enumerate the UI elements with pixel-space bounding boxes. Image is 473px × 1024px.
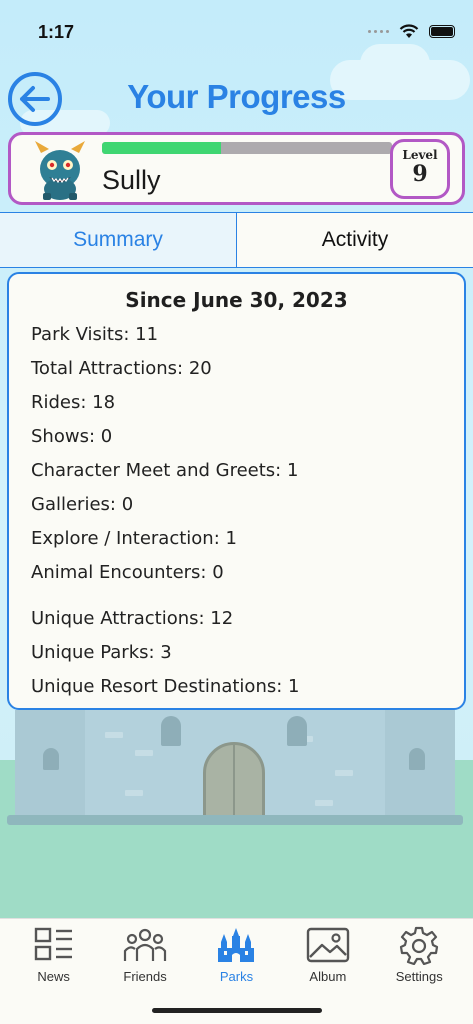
castle-door (203, 742, 265, 822)
signal-dots-icon (368, 30, 389, 33)
wifi-icon (399, 24, 419, 38)
nav-item-friends[interactable]: Friends (105, 925, 185, 984)
castle-icon (214, 925, 258, 965)
status-time: 1:17 (38, 22, 75, 42)
level-progress-bar (102, 142, 392, 154)
nav-item-album[interactable]: Album (288, 925, 368, 984)
stat-unique-attractions: Unique Attractions: 12 (31, 608, 234, 629)
news-icon (32, 925, 76, 965)
nav-label-parks: Parks (219, 969, 254, 984)
tab-summary[interactable]: Summary (0, 213, 237, 267)
castle-illustration (7, 710, 463, 825)
nav-label-album: Album (309, 969, 347, 984)
summary-card: Since June 30, 2023 Park Visits: 11 Tota… (7, 272, 466, 710)
photo-album-icon (306, 925, 350, 965)
stat-galleries: Galleries: 0 (31, 494, 134, 515)
tab-activity[interactable]: Activity (237, 213, 473, 267)
level-badge: Level 9 (390, 139, 450, 199)
character-name: Sully (102, 165, 161, 195)
stat-unique-resort-destinations: Unique Resort Destinations: 1 (31, 676, 300, 697)
friends-icon (123, 925, 167, 965)
summary-heading: Since June 30, 2023 (125, 288, 348, 312)
level-label: Level (402, 148, 438, 162)
stat-total-attractions: Total Attractions: 20 (31, 358, 212, 379)
stat-rides: Rides: 18 (31, 392, 116, 413)
stat-park-visits: Park Visits: 11 (31, 324, 159, 345)
stat-list: Park Visits: 11 Total Attractions: 20 Ri… (9, 318, 464, 704)
nav-item-news[interactable]: News (14, 925, 94, 984)
nav-label-news: News (37, 969, 70, 984)
nav-item-parks[interactable]: Parks (196, 925, 276, 984)
page-title: Your Progress (127, 78, 346, 115)
tab-bar: Summary Activity (0, 212, 473, 268)
nav-label-friends: Friends (123, 969, 167, 984)
gear-icon (397, 925, 441, 965)
nav-item-settings[interactable]: Settings (379, 925, 459, 984)
profile-card: Sully Level 9 (8, 132, 465, 205)
stat-unique-parks: Unique Parks: 3 (31, 642, 172, 663)
home-indicator (152, 1008, 322, 1013)
stat-animal-encounters: Animal Encounters: 0 (31, 562, 224, 583)
battery-icon (429, 25, 455, 38)
monster-avatar (35, 141, 85, 200)
stat-character-meet-and-greets: Character Meet and Greets: 1 (31, 460, 299, 481)
status-icons (368, 24, 455, 39)
level-number: 9 (412, 161, 428, 187)
stat-explore-interaction: Explore / Interaction: 1 (31, 528, 237, 549)
level-progress-fill (102, 142, 221, 154)
status-bar: 1:17 (0, 0, 473, 60)
stat-divider-gap (31, 590, 464, 602)
nav-label-settings: Settings (395, 969, 443, 984)
stat-shows: Shows: 0 (31, 426, 113, 447)
